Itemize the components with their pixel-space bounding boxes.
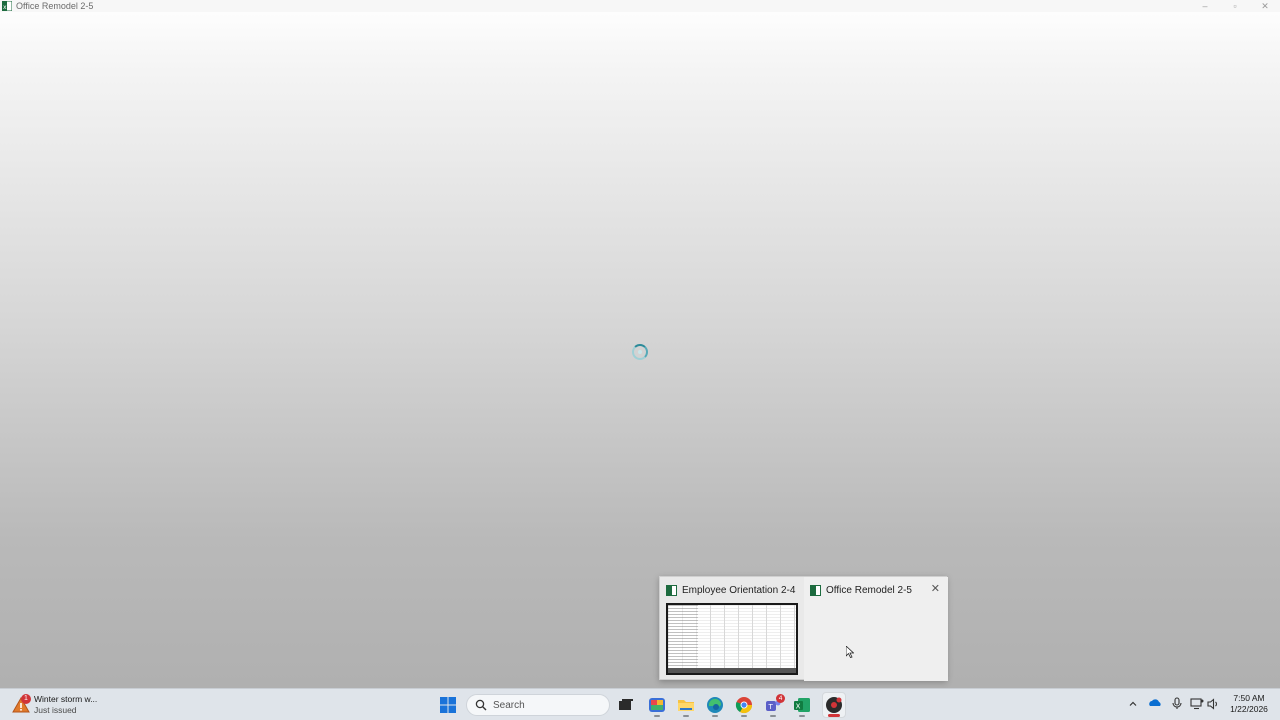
active-indicator [828, 714, 840, 717]
teams-badge: 4 [776, 694, 785, 703]
title-bar: x Office Remodel 2-5 – ▫ ✕ [0, 0, 1280, 12]
weather-alert-icon: 1 [12, 694, 31, 714]
running-indicator [741, 715, 747, 717]
window-title: Office Remodel 2-5 [16, 1, 94, 11]
running-indicator [683, 715, 689, 717]
running-indicator [799, 715, 805, 717]
svg-text:T: T [768, 703, 774, 711]
taskbar-preview-popup: Employee Orientation 2-4 Office Remodel … [659, 576, 948, 681]
microphone-icon[interactable] [1171, 697, 1183, 710]
maximize-button[interactable]: ▫ [1220, 0, 1250, 12]
loading-spinner-center [638, 350, 642, 354]
mouse-cursor-icon [846, 646, 854, 658]
taskbar-clock[interactable]: 7:50 AM 1/22/2026 [1228, 693, 1270, 715]
thumbnail-statusbar [668, 668, 796, 673]
chrome-icon[interactable] [735, 696, 753, 714]
excel-icon [666, 584, 677, 596]
copilot-icon[interactable] [648, 696, 666, 714]
preview-item-employee-orientation[interactable]: Employee Orientation 2-4 [660, 577, 804, 681]
running-indicator [712, 715, 718, 717]
edge-icon[interactable] [706, 696, 724, 714]
preview-title: Office Remodel 2-5 [826, 584, 912, 596]
recorder-icon[interactable] [825, 696, 843, 714]
volume-icon[interactable] [1207, 698, 1219, 710]
excel-icon: x [2, 1, 12, 11]
preview-item-office-remodel[interactable]: Office Remodel 2-5 ✕ [804, 577, 948, 681]
minimize-button[interactable]: – [1190, 0, 1220, 12]
taskbar-search[interactable]: Search [466, 694, 610, 716]
chevron-up-icon[interactable] [1128, 699, 1138, 709]
running-indicator [770, 715, 776, 717]
preview-thumbnail[interactable] [666, 603, 798, 675]
network-icon[interactable] [1190, 698, 1204, 710]
taskbar: 1 Winter storm w... Just issued Search T… [0, 688, 1280, 720]
weather-title: Winter storm w... [34, 694, 98, 704]
thumbnail-column [668, 605, 698, 673]
folder-icon[interactable] [677, 696, 695, 714]
clock-time: 7:50 AM [1233, 693, 1265, 703]
weather-widget[interactable]: 1 Winter storm w... Just issued [12, 693, 97, 717]
windows-start-icon[interactable] [440, 697, 456, 713]
excel-icon[interactable]: X [793, 696, 811, 714]
window-controls: – ▫ ✕ [1190, 0, 1280, 12]
preview-title: Employee Orientation 2-4 [682, 584, 796, 596]
search-placeholder: Search [493, 699, 525, 711]
preview-close-icon[interactable]: ✕ [931, 583, 940, 595]
svg-text:X: X [796, 703, 801, 711]
svg-text:x: x [3, 4, 7, 11]
close-button[interactable]: ✕ [1250, 0, 1280, 12]
running-indicator [654, 715, 660, 717]
weather-badge: 1 [21, 694, 31, 704]
excel-icon [810, 584, 821, 596]
clock-date: 1/22/2026 [1230, 704, 1268, 714]
task-view-icon[interactable] [617, 696, 635, 714]
onedrive-icon[interactable] [1148, 697, 1162, 709]
search-icon [475, 699, 487, 711]
weather-subtitle: Just issued [34, 705, 77, 715]
